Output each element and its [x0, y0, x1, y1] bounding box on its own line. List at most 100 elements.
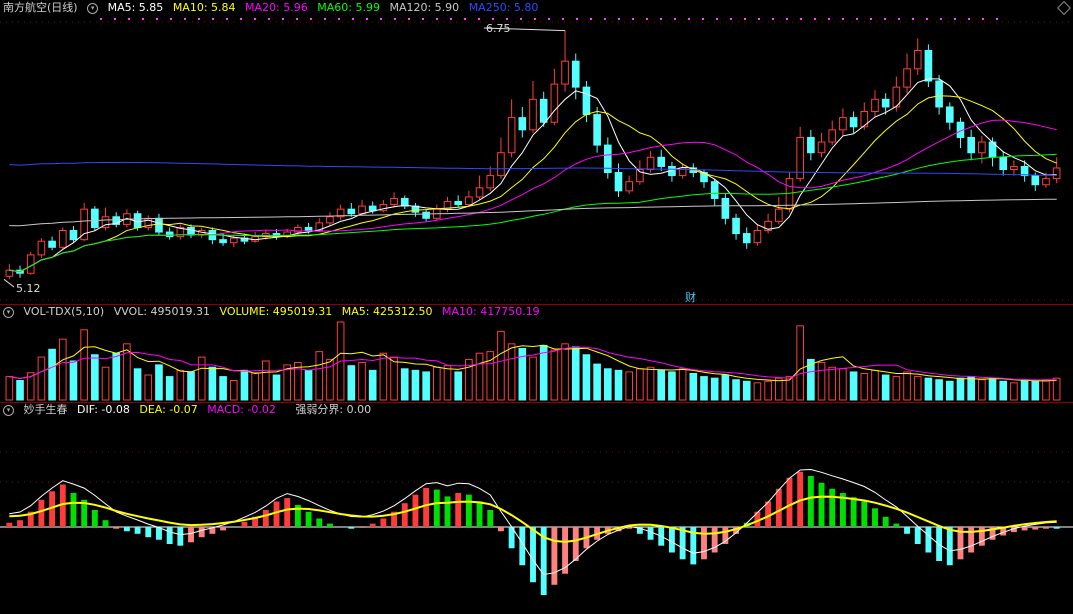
volume-bar [422, 371, 430, 401]
macd-bar [423, 487, 430, 527]
volume-bar [571, 346, 580, 401]
volume-bar [197, 356, 206, 401]
macd-bar [701, 527, 707, 560]
macd-bar [1032, 527, 1039, 530]
volume-bar [1042, 379, 1050, 401]
volume-bar [603, 368, 612, 401]
macd-bar [487, 510, 494, 527]
ma60-line [9, 153, 1057, 273]
candle-body [358, 205, 366, 215]
candle-body [871, 98, 879, 113]
signal-dot [534, 18, 536, 20]
volume-bar [774, 377, 783, 401]
volume-bar [1020, 379, 1029, 401]
signal-dot [366, 18, 368, 20]
settings-circle-icon[interactable]: ▾ [3, 306, 14, 318]
macd-bar [818, 482, 825, 527]
signal-dot [296, 18, 298, 20]
macd-bar [551, 527, 558, 585]
volume-bar [764, 380, 772, 401]
candle-body [58, 230, 67, 248]
signal-dot [254, 18, 256, 20]
candle-body [967, 136, 975, 154]
volume-bar [796, 325, 804, 401]
volume-bar [165, 376, 174, 401]
macd-bar [380, 518, 387, 527]
price-panel[interactable]: 南方航空(日线) ▾ MA5: 5.85 MA10: 5.84 MA20: 5.… [0, 0, 1073, 304]
signal-dot [506, 18, 508, 20]
macd-bar [305, 511, 312, 527]
macd-header: ▾ 妙手生春 DIF: -0.08 DEA: -0.07 MACD: -0.02… [0, 402, 377, 418]
signal-dot [450, 18, 452, 20]
signal-dot [772, 18, 774, 20]
macd-bar [893, 523, 900, 527]
candle-body [422, 211, 430, 219]
signal-dot [436, 18, 438, 20]
candle-body [582, 86, 591, 116]
signal-dot [170, 18, 172, 20]
volume-bar [69, 360, 78, 401]
volume-bar [112, 352, 121, 401]
volume-bar [636, 368, 644, 401]
macd-panel[interactable]: ▾ 妙手生春 DIF: -0.08 DEA: -0.07 MACD: -0.02… [0, 402, 1073, 614]
candle-body [518, 117, 527, 131]
macd-bar [145, 527, 152, 538]
macd-bar [220, 527, 227, 531]
macd-bar [914, 527, 921, 544]
volume-bar [956, 377, 965, 401]
signal-dot [352, 18, 354, 20]
candle-body [561, 60, 569, 85]
volume-bar [561, 343, 569, 401]
volume-bar [892, 376, 901, 401]
macd-value-label: MACD: -0.02 [207, 403, 276, 416]
macd-bar [829, 488, 836, 527]
settings-circle-icon[interactable]: ▾ [87, 2, 99, 14]
volume-label: VOLUME: 495019.31 [219, 305, 333, 318]
signal-dot [842, 18, 844, 20]
volume-bar [91, 354, 99, 401]
candle-body [454, 201, 463, 206]
volume-bar [721, 374, 730, 401]
candle-body [390, 197, 398, 206]
signal-dot [702, 18, 704, 20]
volume-bar [689, 372, 698, 401]
low-marker-line [3, 278, 15, 288]
macd-bar [668, 527, 675, 553]
candle-body [817, 141, 826, 154]
dea-label: DEA: -0.07 [139, 403, 198, 416]
volume-bar [229, 380, 238, 401]
volume-bar [48, 348, 56, 401]
signal-dot [114, 18, 116, 20]
candle-body [774, 208, 783, 222]
macd-bar [476, 501, 483, 527]
candle-body [1010, 165, 1018, 170]
macd-bar [455, 493, 462, 527]
candlestick-chart: 6.75 5.12 财 [0, 18, 1073, 304]
macd-bar [241, 521, 248, 527]
ma250-label: MA250: 5.80 [468, 1, 539, 14]
macd-bar [369, 523, 376, 527]
volume-bar [176, 369, 185, 401]
candle-body [807, 136, 815, 154]
volume-bar [935, 379, 943, 401]
volume-bar [668, 371, 676, 401]
signal-dot [870, 18, 872, 20]
volume-panel[interactable]: ▾ VOL-TDX(5,10) VVOL: 495019.31 VOLUME: … [0, 304, 1073, 402]
macd-bar [156, 527, 162, 540]
volume-bar [625, 371, 633, 401]
volume-bar [454, 371, 463, 401]
volume-bar [1031, 380, 1040, 401]
volume-bar [1052, 377, 1061, 401]
candle-body [69, 230, 78, 241]
volume-bar [101, 366, 110, 401]
settings-circle-icon[interactable]: ▾ [3, 404, 14, 416]
candle-body [753, 230, 762, 244]
candle-body [187, 226, 195, 236]
signal-dot [212, 18, 214, 20]
ma5-label: MA5: 5.85 [107, 1, 164, 14]
candle-body [465, 196, 473, 206]
signal-dot [898, 18, 900, 20]
volume-bar [871, 369, 879, 401]
candle-body [646, 156, 655, 170]
signal-dot [982, 18, 984, 20]
